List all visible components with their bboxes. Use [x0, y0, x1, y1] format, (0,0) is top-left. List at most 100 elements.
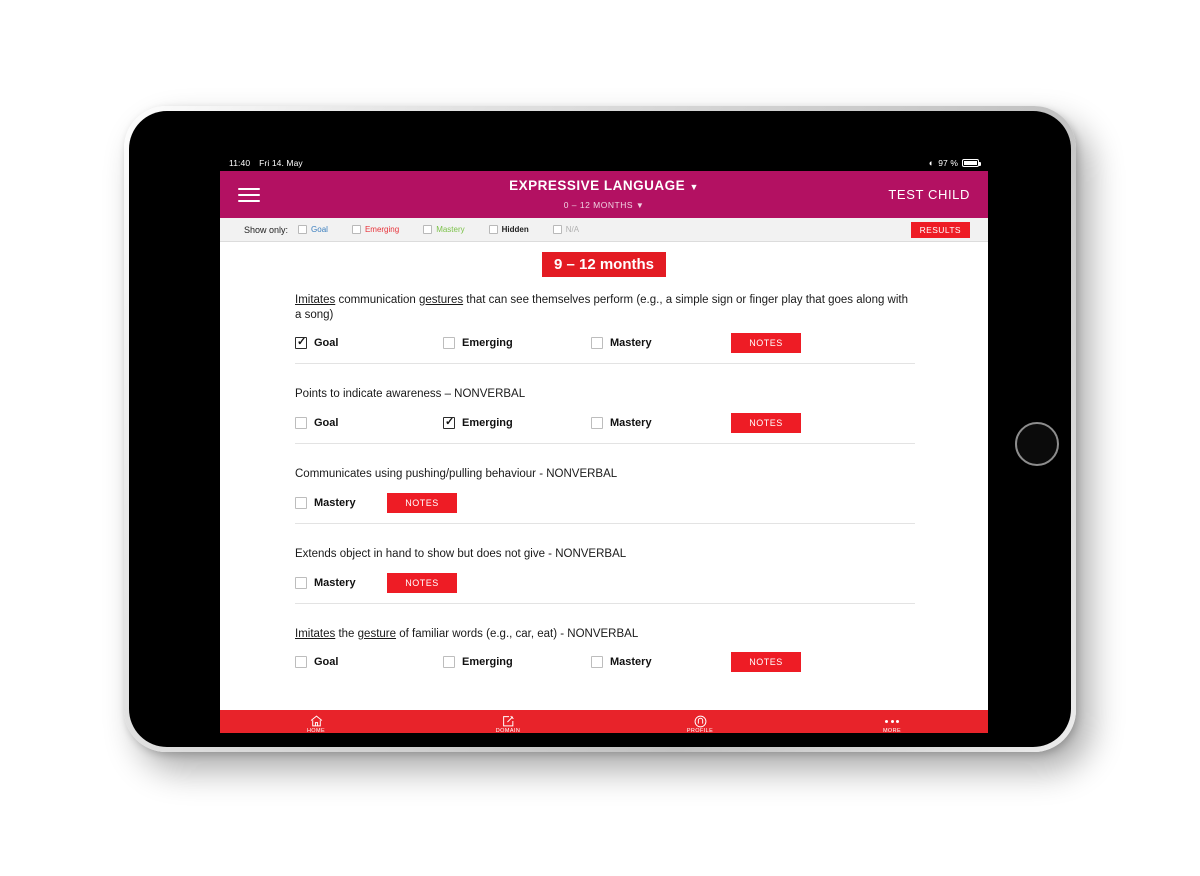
- milestone-item: Extends object in hand to show but does …: [295, 547, 915, 604]
- option-mastery[interactable]: Mastery: [591, 337, 731, 350]
- notes-button[interactable]: NOTES: [387, 572, 457, 593]
- app-header-center: EXPRESSIVE LANGUAGE ▼ 0 – 12 MONTHS ▼: [220, 177, 988, 213]
- app-screen: 11:40 Fri 14. May ◐ 97 % EXPRESSIVE LANG…: [220, 155, 988, 733]
- child-name-label[interactable]: TEST CHILD: [888, 187, 970, 202]
- option-emerging-checkbox[interactable]: [443, 656, 455, 669]
- option-mastery-checkbox[interactable]: [295, 576, 307, 589]
- glossary-link[interactable]: Imitates: [295, 294, 335, 306]
- option-goal[interactable]: Goal: [295, 417, 443, 430]
- notes-button[interactable]: NOTES: [731, 652, 801, 673]
- option-mastery-checkbox[interactable]: [591, 417, 603, 430]
- option-goal[interactable]: Goal: [295, 335, 443, 350]
- option-mastery-checkbox[interactable]: [591, 656, 603, 669]
- option-emerging-checkbox[interactable]: [443, 337, 455, 350]
- option-mastery[interactable]: Mastery: [295, 576, 387, 589]
- more-dots-icon: [796, 714, 988, 728]
- profile-icon: [604, 714, 796, 728]
- milestone-options: Goal Emerging Mastery NOTES: [295, 413, 915, 434]
- tab-more[interactable]: MORE: [796, 714, 988, 733]
- tab-profile[interactable]: PROFILE: [604, 714, 796, 733]
- notes-button[interactable]: NOTES: [387, 492, 457, 513]
- tab-domain-label: DOMAIN: [495, 728, 521, 733]
- milestone-item: Communicates using pushing/pulling behav…: [295, 467, 915, 524]
- glossary-link[interactable]: Imitates: [295, 628, 335, 640]
- milestone-item: Imitates communication gestures that can…: [295, 293, 915, 365]
- edit-square-icon: [412, 714, 604, 728]
- chevron-down-icon-small: ▼: [635, 200, 645, 210]
- option-mastery-checkbox[interactable]: [295, 496, 307, 509]
- filter-goal[interactable]: Goal: [298, 225, 328, 234]
- option-goal[interactable]: Goal: [295, 656, 443, 669]
- home-icon: [220, 714, 412, 728]
- option-emerging[interactable]: Emerging: [443, 337, 591, 350]
- option-emerging-label: Emerging: [462, 337, 513, 350]
- filter-mastery-checkbox[interactable]: [423, 225, 433, 234]
- notes-button[interactable]: NOTES: [731, 333, 801, 354]
- battery-icon: [962, 159, 981, 167]
- bottom-tab-bar: HOME DOMAIN PROFILE MORE: [220, 710, 988, 733]
- filter-mastery[interactable]: Mastery: [423, 225, 465, 234]
- milestone-options: Mastery NOTES: [295, 572, 915, 593]
- option-emerging[interactable]: Emerging: [443, 415, 591, 430]
- status-bar: 11:40 Fri 14. May ◐ 97 %: [220, 155, 988, 171]
- option-goal-checkbox[interactable]: [295, 335, 307, 350]
- option-mastery[interactable]: Mastery: [295, 496, 387, 509]
- filter-hidden-label: Hidden: [501, 225, 529, 234]
- domain-title-dropdown[interactable]: EXPRESSIVE LANGUAGE ▼: [509, 178, 699, 193]
- filter-hidden-checkbox[interactable]: [488, 225, 498, 234]
- chevron-down-icon: ▼: [689, 181, 699, 192]
- filter-hidden[interactable]: Hidden: [488, 225, 529, 234]
- tab-home-label: HOME: [306, 728, 326, 733]
- milestone-text: Imitates communication gestures that can…: [295, 293, 915, 322]
- milestone-item: Imitates the gesture of familiar words (…: [295, 627, 915, 683]
- milestone-item: Points to indicate awareness – NONVERBAL…: [295, 387, 915, 445]
- results-button[interactable]: RESULTS: [910, 221, 970, 238]
- milestone-text-part: of familiar words (e.g., car, eat) - NON…: [396, 627, 639, 640]
- age-range-label: 0 – 12 MONTHS: [563, 199, 634, 210]
- filter-emerging[interactable]: Emerging: [351, 225, 399, 234]
- milestone-items: Imitates communication gestures that can…: [220, 293, 988, 682]
- milestone-text: Points to indicate awareness – NONVERBAL: [295, 388, 526, 401]
- option-mastery[interactable]: Mastery: [591, 656, 731, 669]
- option-goal-checkbox[interactable]: [295, 417, 307, 430]
- milestone-list: 9 – 12 months Imitates communication ges…: [220, 242, 988, 710]
- option-emerging-label: Emerging: [462, 656, 513, 669]
- filter-goal-checkbox[interactable]: [298, 225, 308, 234]
- age-range-dropdown[interactable]: 0 – 12 MONTHS ▼: [564, 200, 645, 210]
- tablet-device-frame: 11:40 Fri 14. May ◐ 97 % EXPRESSIVE LANG…: [124, 106, 1076, 752]
- device-home-button[interactable]: [1015, 422, 1059, 466]
- option-mastery-checkbox[interactable]: [591, 337, 603, 350]
- glossary-link[interactable]: gesture: [358, 628, 396, 640]
- option-emerging-label: Emerging: [462, 417, 513, 430]
- tab-domain[interactable]: DOMAIN: [412, 714, 604, 733]
- option-emerging[interactable]: Emerging: [443, 656, 591, 669]
- tab-profile-label: PROFILE: [686, 728, 714, 733]
- status-time: 11:40: [229, 158, 251, 168]
- filter-na-checkbox[interactable]: [552, 225, 562, 234]
- milestone-text: Communicates using pushing/pulling behav…: [295, 468, 618, 481]
- option-goal-label: Goal: [314, 417, 339, 430]
- option-mastery[interactable]: Mastery: [591, 417, 731, 430]
- milestone-options: Goal Emerging Mastery NOTES: [295, 652, 915, 673]
- glossary-link[interactable]: gestures: [419, 294, 463, 306]
- filter-emerging-checkbox[interactable]: [351, 225, 361, 234]
- show-only-label: Show only:: [244, 224, 289, 235]
- tab-more-label: MORE: [882, 728, 902, 733]
- option-mastery-label: Mastery: [610, 656, 652, 669]
- filter-na-label: N/A: [565, 225, 580, 234]
- option-mastery-label: Mastery: [610, 417, 652, 430]
- age-band-badge: 9 – 12 months: [541, 252, 667, 277]
- tab-home[interactable]: HOME: [220, 714, 412, 733]
- milestone-options: Mastery NOTES: [295, 492, 915, 513]
- notes-button[interactable]: NOTES: [731, 413, 801, 434]
- milestone-options: Goal Emerging Mastery NOTES: [295, 333, 915, 354]
- option-mastery-label: Mastery: [610, 337, 652, 350]
- milestone-text-part: the: [335, 627, 358, 640]
- option-emerging-checkbox[interactable]: [443, 415, 455, 430]
- hamburger-menu-icon[interactable]: [238, 187, 260, 202]
- filter-na[interactable]: N/A: [552, 225, 580, 234]
- milestone-text-part: communication: [335, 294, 419, 306]
- age-band-wrapper: 9 – 12 months: [220, 252, 988, 277]
- option-goal-checkbox[interactable]: [295, 656, 307, 669]
- status-date: Fri 14. May: [259, 158, 303, 168]
